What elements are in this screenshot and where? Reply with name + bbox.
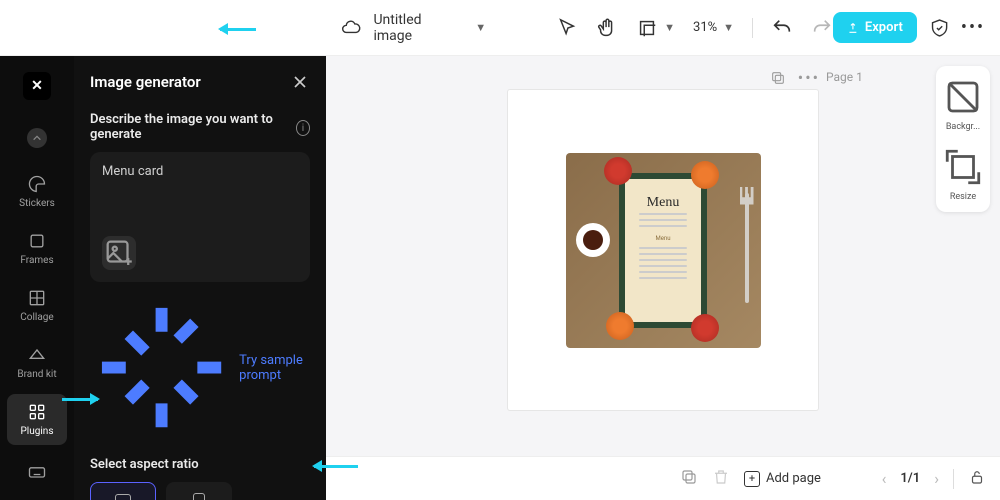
sidebar-item-plugins[interactable]: Plugins [7, 394, 67, 445]
sidebar-item-collage[interactable]: Collage [7, 280, 67, 331]
annotation-arrow [220, 28, 256, 31]
annotation-arrow [314, 465, 358, 468]
image-upload-icon[interactable] [102, 236, 136, 270]
cursor-icon[interactable] [556, 17, 578, 39]
info-icon[interactable]: i [296, 120, 310, 136]
undo-icon[interactable] [771, 17, 793, 39]
zoom-level[interactable]: 31% [693, 20, 717, 35]
sidebar-item-keyboard[interactable] [7, 454, 67, 490]
main-area: Page 1 ••• Menu Menu [326, 56, 1000, 500]
export-button[interactable]: Export [833, 12, 917, 43]
bottom-bar: + Add page ‹ 1/1 › [326, 456, 1000, 500]
ratio-portrait[interactable] [166, 482, 232, 500]
sidebar-item-frames[interactable]: Frames [7, 223, 67, 274]
export-label: Export [865, 20, 903, 35]
close-icon[interactable] [290, 72, 310, 92]
add-page-button[interactable]: + Add page [744, 471, 821, 487]
resize-tool[interactable]: Resize [942, 146, 984, 202]
right-toolbar: Backgr... Resize [936, 66, 990, 212]
layers-icon[interactable] [680, 468, 698, 490]
coffee-cup [576, 223, 610, 257]
page-count: 1/1 [900, 471, 920, 486]
lock-icon[interactable] [968, 468, 986, 490]
panel-title: Image generator [90, 73, 201, 91]
background-tool[interactable]: Backgr... [942, 76, 984, 132]
trash-icon[interactable] [712, 468, 730, 490]
try-sample-prompt[interactable]: Try sample prompt [90, 296, 310, 439]
sidebar-item-brand-kit[interactable]: Brand kit [7, 337, 67, 388]
ratio-square[interactable] [90, 482, 156, 500]
canvas-area: Page 1 ••• Menu Menu [326, 56, 1000, 456]
generated-image[interactable]: Menu Menu [566, 153, 761, 348]
chevron-down-icon[interactable]: ▼ [475, 21, 486, 34]
hand-icon[interactable] [596, 17, 618, 39]
redo-icon[interactable] [811, 17, 833, 39]
chevron-down-icon[interactable]: ▼ [723, 21, 734, 34]
sidebar-item-unknown[interactable] [7, 120, 67, 160]
shield-icon[interactable] [929, 17, 950, 39]
more-icon[interactable]: ••• [962, 17, 984, 39]
sidebar-item-stickers[interactable]: Stickers [7, 166, 67, 217]
image-generator-panel: Image generator Describe the image you w… [74, 56, 326, 500]
aspect-ratio-label: Select aspect ratio [90, 457, 310, 472]
annotation-arrow [62, 398, 98, 401]
top-toolbar: Untitled image ▼ ▼ 31% ▼ Export ••• [0, 0, 1000, 56]
fork [745, 193, 749, 303]
document-title[interactable]: Untitled image [373, 12, 461, 44]
duplicate-page-icon[interactable] [770, 68, 786, 88]
divider [752, 18, 753, 38]
prompt-text: Menu card [102, 164, 298, 218]
page-label: Page 1 [826, 70, 863, 84]
divider [953, 469, 954, 489]
page-more-icon[interactable]: ••• [798, 68, 820, 88]
crop-icon[interactable] [636, 17, 658, 39]
prev-page-icon[interactable]: ‹ [882, 469, 887, 488]
canvas-page[interactable]: Menu Menu [508, 90, 818, 410]
next-page-icon[interactable]: › [934, 469, 939, 488]
cloud-icon[interactable] [340, 17, 361, 39]
prompt-input[interactable]: Menu card [90, 152, 310, 282]
left-sidebar: ✕ Stickers Frames Collage Brand kit Plug… [0, 56, 74, 500]
describe-label: Describe the image you want to generate [90, 112, 296, 142]
app-logo[interactable]: ✕ [23, 72, 51, 100]
chevron-down-icon[interactable]: ▼ [664, 21, 675, 34]
menu-heading: Menu [647, 195, 680, 211]
